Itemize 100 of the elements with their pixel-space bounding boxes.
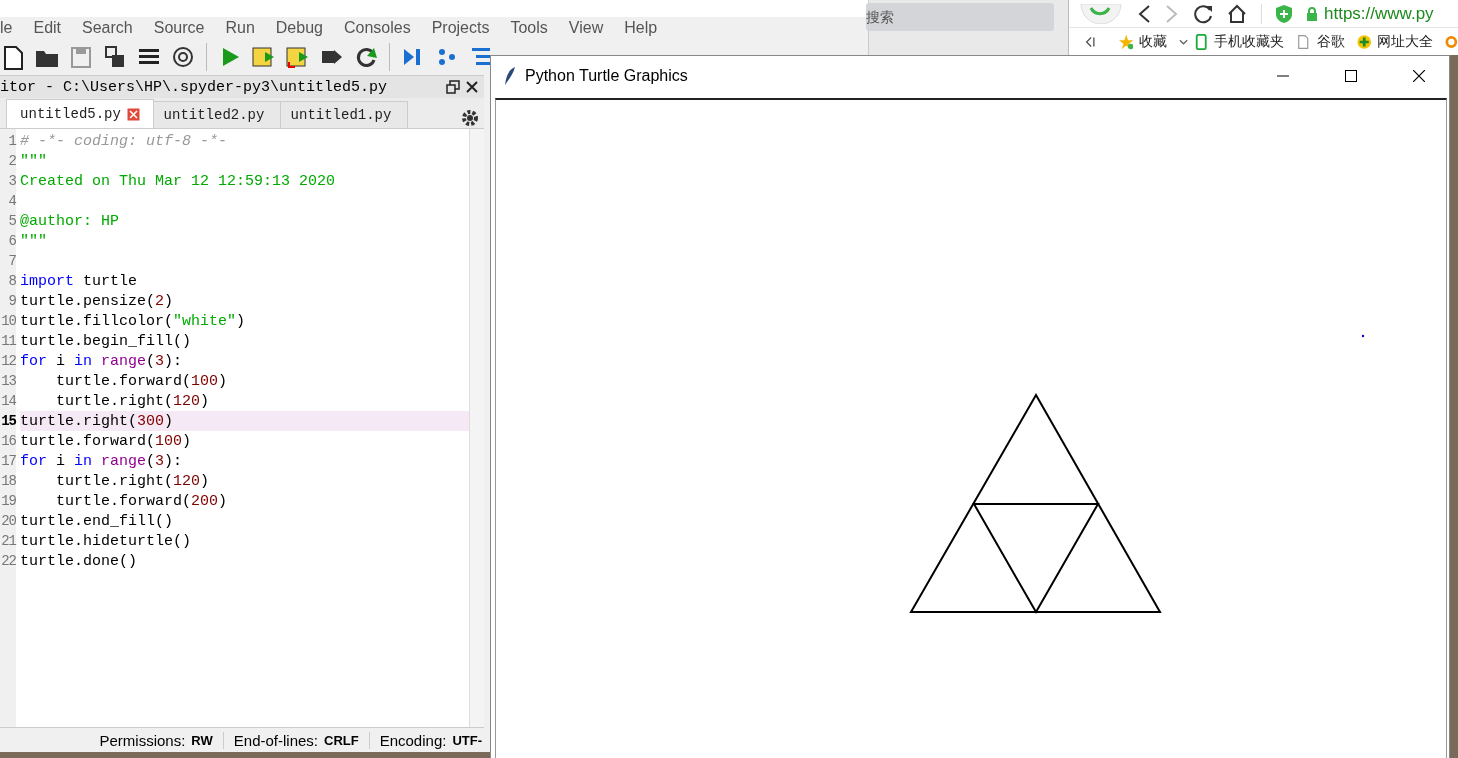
code-token: turtle.done() — [20, 552, 138, 570]
document-icon — [1296, 33, 1311, 50]
line-number: 12 — [0, 353, 16, 369]
code-token: ) — [164, 292, 174, 310]
code-token: ) — [218, 492, 228, 510]
shield-icon — [1276, 4, 1292, 23]
bookmark-link[interactable]: 谷歌 — [1316, 32, 1345, 51]
status-value: RW — [191, 732, 213, 748]
undock-icon[interactable] — [446, 80, 460, 94]
file-tab[interactable]: untitled1.py — [280, 101, 408, 128]
status-value: UTF- — [452, 732, 482, 748]
code-token: ( — [146, 452, 156, 470]
code-token: ) — [200, 472, 210, 490]
code-token: 3 — [155, 352, 165, 370]
maximize-icon[interactable] — [1345, 70, 1357, 82]
menu-item[interactable]: Consoles — [343, 19, 411, 37]
code-token: for — [20, 352, 47, 370]
file-tab[interactable]: untitled5.py — [6, 99, 154, 128]
line-number: 1 — [7, 133, 16, 149]
code-token: turtle.hideturtle() — [20, 532, 192, 550]
code-token: i — [55, 352, 67, 370]
feather-icon — [503, 66, 517, 86]
plus-circle-icon — [1356, 33, 1372, 50]
menu-item[interactable]: le — [0, 19, 13, 37]
line-number: 11 — [0, 333, 16, 349]
browser-logo-icon — [1079, 3, 1123, 24]
menu-item[interactable]: Tools — [510, 19, 548, 37]
line-number: 17 — [0, 453, 16, 469]
menu-item[interactable]: Debug — [275, 19, 323, 37]
collapse-icon[interactable] — [1083, 34, 1096, 49]
line-number: 14 — [0, 393, 16, 409]
status-label: Permissions: — [99, 731, 186, 749]
code-token: turtle.right( — [55, 392, 174, 410]
code-token: ) — [182, 432, 192, 450]
bookmark-link[interactable]: 网址大全 — [1377, 32, 1434, 51]
reload-icon[interactable] — [1193, 3, 1213, 24]
code-token: turtle — [82, 272, 138, 290]
menu-item[interactable]: Projects — [431, 19, 490, 37]
line-number: 10 — [0, 313, 16, 329]
line-number: 21 — [0, 533, 16, 549]
tab-close-icon[interactable] — [126, 107, 140, 121]
menu-item[interactable]: Source — [153, 19, 205, 37]
menu-item[interactable]: Run — [225, 19, 255, 37]
code-token: in — [74, 452, 93, 470]
address-bar[interactable]: https://www.py — [1324, 3, 1434, 24]
line-number: 5 — [7, 213, 16, 229]
code-token: 120 — [173, 392, 201, 410]
line-number: 18 — [0, 473, 16, 489]
close-icon[interactable] — [1413, 70, 1425, 82]
code-token: ) — [236, 312, 246, 330]
code-token: range — [100, 452, 147, 470]
line-number: 7 — [7, 253, 16, 269]
code-token: turtle.forward( — [20, 432, 156, 450]
settings-icon[interactable] — [460, 108, 480, 128]
line-number: 3 — [7, 173, 16, 189]
code-token: turtle.begin_fill() — [20, 332, 192, 350]
code-token: ): — [164, 352, 183, 370]
code-token: turtle.right( — [55, 472, 174, 490]
code-token: 3 — [155, 452, 165, 470]
line-number: 8 — [7, 273, 16, 289]
code-token: ) — [164, 412, 174, 430]
code-token: """ — [20, 152, 47, 170]
home-icon[interactable] — [1227, 3, 1247, 24]
code-token: 200 — [191, 492, 219, 510]
code-token: @author: HP — [20, 212, 120, 230]
bookmark-link[interactable]: 收藏 — [1138, 32, 1167, 51]
ring-icon — [1445, 34, 1458, 49]
menu-item[interactable]: Help — [624, 19, 658, 37]
line-number: 13 — [0, 373, 16, 389]
status-value: CRLF — [324, 732, 359, 748]
line-number: 16 — [0, 433, 16, 449]
search-field[interactable]: 搜索 — [866, 3, 1054, 31]
code-token: ): — [164, 452, 183, 470]
menu-item[interactable]: Search — [82, 19, 133, 37]
code-token: range — [100, 352, 147, 370]
close-icon[interactable] — [466, 81, 478, 93]
code-token: 100 — [191, 372, 219, 390]
code-token: 100 — [155, 432, 183, 450]
back-icon[interactable] — [1137, 3, 1151, 24]
code-token: turtle.forward( — [55, 492, 192, 510]
star-icon — [1118, 33, 1133, 50]
menu-item[interactable]: View — [568, 19, 604, 37]
line-number: 9 — [7, 293, 16, 309]
lock-icon — [1306, 6, 1318, 21]
code-token: turtle.right( — [20, 412, 138, 430]
code-token: # -*- coding: utf-8 -*- — [20, 132, 228, 150]
file-tab[interactable]: untitled2.py — [153, 101, 281, 128]
window-title: Python Turtle Graphics — [525, 67, 689, 85]
scrollbar[interactable] — [469, 129, 484, 727]
code-token: "white" — [173, 312, 237, 330]
line-number: 22 — [0, 553, 16, 569]
code-token: ) — [218, 372, 228, 390]
code-token: in — [74, 352, 93, 370]
menu-item[interactable]: Edit — [33, 19, 62, 37]
code-token: 2 — [155, 292, 165, 310]
code-token: turtle.forward( — [55, 372, 192, 390]
bookmark-link[interactable]: 手机收藏夹 — [1214, 32, 1285, 51]
code-token: ) — [200, 392, 210, 410]
code-token: turtle.fillcolor( — [20, 312, 174, 330]
line-number: 20 — [0, 513, 16, 529]
